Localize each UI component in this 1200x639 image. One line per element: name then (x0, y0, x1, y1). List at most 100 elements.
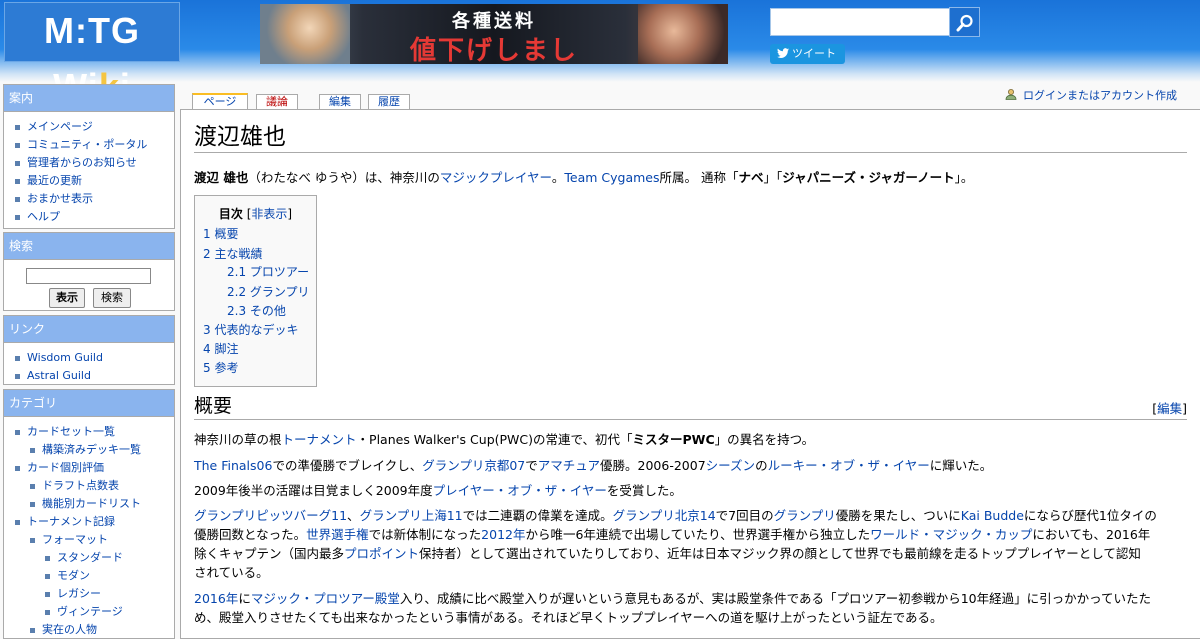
paragraph-5: 2016年にマジック・プロツアー殿堂入り、成績に比べ殿堂入りが遅いという意見もあ… (194, 589, 1187, 627)
login-link[interactable]: ログインまたはアカウント作成 (1023, 89, 1177, 102)
header-search-input[interactable] (770, 8, 950, 36)
p2-text-3: 優勝。2006-2007 (600, 458, 706, 473)
ad-banner[interactable]: 各種送料 値下げしまし (260, 4, 728, 64)
sidebar-item-random-page[interactable]: おまかせ表示 (4, 190, 174, 208)
sidebar-item-modern[interactable]: モダン (4, 567, 174, 585)
link-team-cygames[interactable]: Team Cygames (564, 170, 659, 185)
p3-text-1: 2009年後半の活躍は目覚ましく2009年度 (194, 483, 433, 498)
p3-text-2: を受賞した。 (606, 483, 682, 498)
toc-item-footnotes[interactable]: 4 脚注 (203, 342, 238, 357)
tab-page[interactable]: ページ (192, 93, 248, 109)
link-2016[interactable]: 2016年 (194, 591, 238, 606)
sidebar-item-card-sets[interactable]: カードセット一覧 (4, 423, 174, 441)
paragraph-2: The Finals06での準優勝でブレイクし、グランプリ京都07でアマチュア優… (194, 456, 1187, 475)
intro-nickname-2: ジャパニーズ・ジャガーノート (782, 170, 955, 185)
sidebar-item-standard[interactable]: スタンダード (4, 549, 174, 567)
paragraph-1: 神奈川の草の根トーナメント・Planes Walker's Cup(PWC)の常… (194, 430, 1187, 449)
link-gp-pittsburgh11[interactable]: グランプリピッツバーグ11 (194, 508, 347, 523)
section-edit: [編集] (1152, 398, 1187, 417)
link-kai-budde[interactable]: Kai Budde (961, 508, 1024, 523)
p4-text-9: においても、2016年 (1032, 527, 1151, 542)
toc-bracket-close: ] (287, 207, 293, 221)
sidebar-search: 検索 表示 検索 (3, 232, 175, 311)
p1-text-2: ・Planes Walker's Cup(PWC)の常連で、初代「 (356, 432, 633, 447)
sidebar-item-precon-decks[interactable]: 構築済みデッキ一覧 (4, 441, 174, 459)
page-title: 渡辺雄也 (194, 122, 1187, 153)
sidebar-item-tournament-records[interactable]: トーナメント記録 (4, 513, 174, 531)
sidebar-item-help[interactable]: ヘルプ (4, 208, 174, 226)
p4-text-11: 保持者）として選出されていたりしており、近年は日本マジック界の顔として世界でも最… (419, 546, 1141, 561)
link-2012[interactable]: 2012年 (481, 527, 525, 542)
toc-item-other[interactable]: 2.3 その他 (227, 304, 286, 319)
sidebar-item-wisdom-guild[interactable]: Wisdom Guild (4, 349, 174, 367)
link-tournament[interactable]: トーナメント (282, 432, 357, 447)
p1-text-3: 」の異名を持つ。 (714, 432, 815, 447)
toc-item-pro-tour[interactable]: 2.1 プロツアー (227, 265, 309, 280)
toc-item-decks[interactable]: 3 代表的なデッキ (203, 323, 298, 338)
tweet-button[interactable]: ツイート (770, 44, 845, 64)
sidebar-item-main-page[interactable]: メインページ (4, 118, 174, 136)
intro-text-2: 。 (551, 170, 565, 185)
link-amateur[interactable]: アマチュア (538, 458, 600, 473)
sidebar-item-legacy[interactable]: レガシー (4, 585, 174, 603)
intro-text-5: 」。 (954, 170, 974, 185)
site-logo[interactable]: M:TG Wiki (4, 2, 180, 107)
link-the-finals06[interactable]: The Finals06 (194, 458, 272, 473)
sidebar-search-button[interactable]: 検索 (93, 288, 131, 308)
header-search-button[interactable] (949, 7, 980, 37)
sidebar-links-title: リンク (4, 316, 174, 343)
p1-bold-title: ミスターPWC (632, 432, 715, 447)
intro-name: 渡辺 雄也 (194, 170, 249, 185)
toc-item-major-results[interactable]: 2 主な戦績 (203, 247, 262, 262)
p2-text-5: に輝いた。 (929, 458, 993, 473)
sidebar-item-vintage[interactable]: ヴィンテージ (4, 603, 174, 621)
link-magic-player[interactable]: マジックプレイヤー (440, 170, 552, 185)
toc-title-row: 目次 [非表示] (195, 205, 316, 222)
link-pro-points[interactable]: プロポイント (344, 546, 419, 561)
sidebar-item-astral-guild[interactable]: Astral Guild (4, 367, 174, 385)
p2-text-2: で (525, 458, 538, 473)
link-gp-kyoto07[interactable]: グランプリ京都07 (422, 458, 525, 473)
tab-talk[interactable]: 議論 (256, 94, 298, 109)
banner-text-main: 値下げしまし (409, 36, 578, 64)
sidebar-item-recent-changes[interactable]: 最近の更新 (4, 172, 174, 190)
link-gp-beijing14[interactable]: グランプリ北京14 (613, 508, 716, 523)
sidebar-item-admin-notices[interactable]: 管理者からのお知らせ (4, 154, 174, 172)
sidebar-item-formats[interactable]: フォーマット (4, 531, 174, 549)
tab-edit[interactable]: 編集 (319, 94, 361, 109)
link-rookie-of-the-year[interactable]: ルーキー・オブ・ザ・イヤー (768, 458, 930, 473)
link-gp-shanghai11[interactable]: グランプリ上海11 (360, 508, 463, 523)
sidebar-show-button[interactable]: 表示 (49, 288, 85, 308)
link-grand-prix[interactable]: グランプリ (774, 508, 836, 523)
p5-text-1: に (238, 591, 251, 606)
p4-text-1: 、 (347, 508, 360, 523)
sidebar-item-card-lists-by-function[interactable]: 機能別カードリスト (4, 495, 174, 513)
tab-history[interactable]: 履歴 (368, 94, 410, 109)
paragraph-4: グランプリピッツバーグ11、グランプリ上海11では二連覇の偉業を達成。グランプリ… (194, 506, 1187, 582)
sidebar-categories-title: カテゴリ (4, 390, 174, 417)
link-world-championship[interactable]: 世界選手権 (306, 527, 369, 542)
p4-text-2: では二連覇の偉業を達成。 (462, 508, 613, 523)
sidebar-search-title: 検索 (4, 233, 174, 260)
p5-text-2: 入り、成績に比べ殿堂入りが遅いという意見もあるが、実は殿堂条件である「プロツアー… (399, 591, 1152, 606)
tweet-label: ツイート (792, 47, 836, 60)
link-season[interactable]: シーズン (706, 458, 755, 473)
sidebar-item-community-portal[interactable]: コミュニティ・ポータル (4, 136, 174, 154)
toc-item-references[interactable]: 5 参考 (203, 361, 238, 376)
section-heading-overview: 概要 (194, 393, 1187, 420)
link-player-of-the-year[interactable]: プレイヤー・オブ・ザ・イヤー (433, 483, 607, 498)
p4-text-12: されている。 (194, 565, 269, 580)
sidebar-item-real-people[interactable]: 実在の人物 (4, 621, 174, 639)
intro-text-1: （わたなべ ゆうや）は、神奈川の (248, 170, 440, 185)
link-hall-of-fame[interactable]: マジック・プロツアー殿堂 (251, 591, 400, 606)
toc-hide-link[interactable]: 非表示 (251, 207, 287, 221)
toc-item-grand-prix[interactable]: 2.2 グランプリ (227, 285, 310, 300)
link-world-magic-cup[interactable]: ワールド・マジック・カップ (870, 527, 1032, 542)
toc-item-overview[interactable]: 1 概要 (203, 227, 238, 242)
section-edit-link[interactable]: 編集 (1157, 401, 1182, 416)
p5-text-3: め、殿堂入りさせたくても出来なかったという事情がある。それほど早くトッププレイヤ… (194, 610, 943, 625)
intro-paragraph: 渡辺 雄也（わたなべ ゆうや）は、神奈川のマジックプレイヤー。Team Cyga… (194, 168, 1187, 187)
sidebar-item-draft-ratings[interactable]: ドラフト点数表 (4, 477, 174, 495)
sidebar-search-input[interactable] (26, 268, 151, 284)
sidebar-item-card-reviews[interactable]: カード個別評価 (4, 459, 174, 477)
